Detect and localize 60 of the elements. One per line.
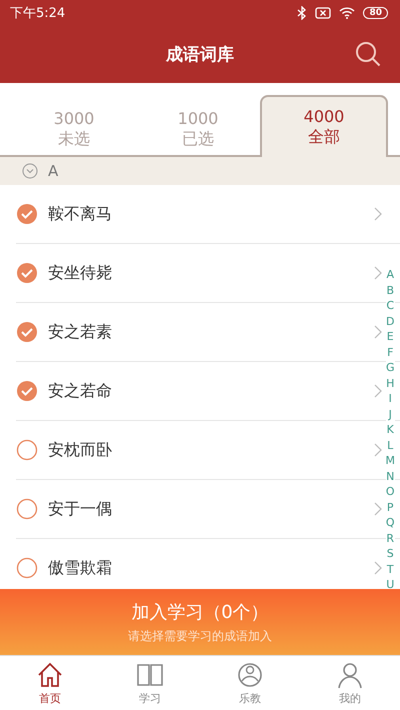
- index-letter[interactable]: O: [386, 484, 395, 500]
- index-letter[interactable]: T: [386, 562, 394, 577]
- index-letter[interactable]: P: [386, 500, 394, 515]
- search-icon[interactable]: [354, 40, 382, 68]
- index-letter[interactable]: G: [386, 360, 395, 376]
- checked-circle-icon[interactable]: [16, 321, 38, 343]
- wifi-icon: [339, 7, 356, 19]
- index-letter[interactable]: I: [388, 391, 392, 406]
- index-letter[interactable]: U: [386, 577, 394, 589]
- idiom-text: 安枕而卧: [48, 440, 113, 460]
- nav-tab[interactable]: 学习: [100, 656, 200, 710]
- idiom-text: 安之若命: [48, 380, 113, 402]
- status-time: 下午5:24: [10, 5, 66, 22]
- index-letter[interactable]: E: [386, 329, 394, 344]
- chevron-right-icon: [374, 325, 382, 339]
- add-to-study-button[interactable]: 加入学习（0个） 请选择需要学习的成语加入: [0, 589, 400, 655]
- empty-circle-icon[interactable]: [16, 557, 38, 579]
- index-letter[interactable]: Q: [386, 515, 395, 530]
- bluetooth-icon: [297, 6, 308, 20]
- index-letter[interactable]: B: [386, 282, 394, 298]
- sim-icon: [315, 7, 332, 19]
- index-letter[interactable]: A: [386, 267, 394, 282]
- index-letter[interactable]: S: [386, 546, 394, 562]
- index-letter[interactable]: L: [387, 438, 394, 453]
- idiom-text: 鞍不离马: [48, 204, 113, 224]
- battery-indicator: 80: [363, 7, 388, 19]
- filter-tab[interactable]: 4000 全部: [260, 95, 388, 157]
- chevron-right-icon: [374, 443, 382, 457]
- index-letter[interactable]: H: [386, 376, 394, 391]
- filter-tab[interactable]: 3000 未选: [12, 101, 136, 157]
- idiom-text: 安坐待毙: [48, 262, 113, 284]
- index-letter[interactable]: K: [386, 422, 394, 438]
- idiom-text: 傲雪欺霜: [48, 558, 113, 578]
- checked-circle-icon[interactable]: [16, 380, 38, 402]
- section-letter: A: [48, 162, 58, 180]
- checked-circle-icon[interactable]: [16, 203, 38, 225]
- index-letter[interactable]: J: [388, 406, 392, 422]
- nav-tab[interactable]: 乐教: [200, 656, 300, 710]
- index-letter[interactable]: F: [387, 344, 394, 360]
- house-icon: [36, 660, 64, 688]
- idiom-text: 安于一偶: [48, 498, 113, 520]
- empty-circle-icon[interactable]: [16, 439, 38, 461]
- user-icon: [336, 660, 364, 688]
- empty-circle-icon[interactable]: [16, 498, 38, 520]
- chevron-right-icon: [374, 384, 382, 398]
- checked-circle-icon[interactable]: [16, 262, 38, 284]
- page-title: 成语词库: [166, 44, 234, 66]
- idiom-text: 安之若素: [48, 322, 113, 342]
- filter-tab[interactable]: 1000 已选: [136, 101, 260, 157]
- index-letter[interactable]: D: [386, 314, 394, 329]
- chevron-right-icon: [374, 561, 382, 575]
- idiom-row[interactable]: 鞍不离马: [16, 185, 400, 244]
- chevron-circle-icon[interactable]: [22, 163, 38, 179]
- chevron-right-icon: [374, 207, 382, 221]
- chevron-right-icon: [374, 502, 382, 516]
- person-figure-icon: [236, 660, 264, 688]
- index-letter[interactable]: M: [386, 453, 395, 468]
- chevron-right-icon: [374, 266, 382, 280]
- nav-tab[interactable]: 首页: [0, 656, 100, 710]
- nav-tab[interactable]: 我的: [300, 656, 400, 710]
